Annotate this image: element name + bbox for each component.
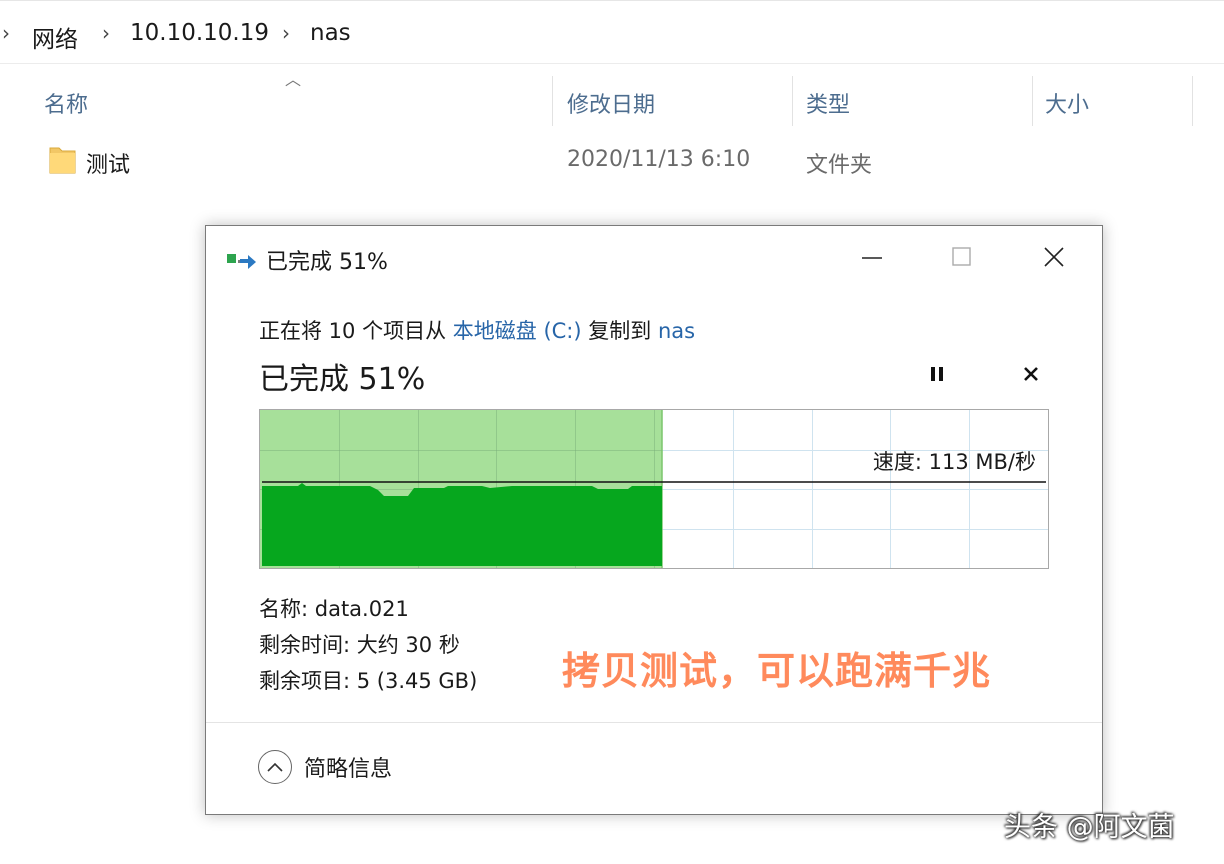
copy-description: 正在将 10 个项目从 本地磁盘 (C:) 复制到 nas — [259, 315, 695, 345]
breadcrumb-host[interactable]: 10.10.10.19 — [130, 20, 269, 46]
speed-area — [262, 483, 662, 566]
breadcrumb-network[interactable]: 网络 — [32, 20, 78, 54]
speed-label: 速度: 113 MB/秒 — [872, 450, 1036, 474]
column-divider[interactable] — [792, 76, 793, 126]
file-name[interactable]: 测试 — [86, 147, 130, 179]
breadcrumb-share[interactable]: nas — [310, 20, 351, 46]
sort-up-icon: ︿ — [285, 70, 302, 89]
progress-percent: 已完成 51% — [259, 362, 426, 397]
footer-divider — [206, 722, 1102, 723]
copy-progress-dialog: 已完成 51% 正在将 10 个项目从 本地磁盘 (C:) 复制到 nas 已完… — [205, 225, 1103, 815]
chevron-right-icon[interactable]: › — [2, 21, 10, 45]
throughput-graph: 速度: 113 MB/秒 — [259, 409, 1049, 569]
column-divider[interactable] — [1032, 76, 1033, 126]
pause-icon — [931, 367, 943, 381]
time-remaining: 剩余时间: 大约 30 秒 — [259, 633, 460, 657]
less-details-button[interactable]: 简略信息 — [258, 750, 392, 784]
items-remaining: 剩余项目: 5 (3.45 GB) — [259, 669, 478, 693]
copy-mid: 复制到 — [588, 319, 652, 343]
close-icon — [1044, 247, 1064, 267]
file-type: 文件夹 — [806, 153, 873, 178]
minimize-icon — [862, 257, 882, 259]
less-details-label: 简略信息 — [304, 757, 393, 782]
chevron-right-icon[interactable]: › — [102, 21, 110, 45]
column-divider[interactable] — [552, 76, 553, 126]
dialog-title: 已完成 51% — [266, 250, 388, 275]
maximize-button[interactable] — [942, 240, 982, 274]
address-bar[interactable]: › 网络 › 10.10.10.19 › nas — [0, 0, 1224, 64]
throughput-chart — [260, 410, 1048, 568]
maximize-icon — [952, 247, 971, 266]
column-header-type[interactable]: 类型 — [806, 87, 850, 119]
column-header-modified[interactable]: 修改日期 — [567, 87, 655, 119]
file-modified: 2020/11/13 6:10 — [567, 147, 751, 172]
watermark: 头条 @阿文菌 — [1004, 812, 1175, 843]
column-header-name[interactable]: 名称 — [44, 87, 88, 119]
overlay-caption: 拷贝测试，可以跑满千兆 — [562, 649, 992, 693]
destination-link[interactable]: nas — [658, 319, 695, 343]
close-icon — [1024, 367, 1038, 381]
pause-button[interactable] — [921, 358, 953, 390]
copy-prefix: 正在将 10 个项目从 — [259, 319, 447, 343]
close-window-button[interactable] — [1034, 240, 1074, 274]
current-file-name: 名称: data.021 — [259, 597, 409, 621]
chevron-right-icon[interactable]: › — [282, 21, 290, 45]
chevron-up-circle-icon — [258, 750, 292, 784]
source-link[interactable]: 本地磁盘 (C:) — [453, 319, 582, 343]
folder-icon — [49, 147, 76, 174]
column-header-size[interactable]: 大小 — [1045, 87, 1089, 119]
minimize-button[interactable] — [852, 240, 892, 274]
column-divider[interactable] — [1192, 76, 1193, 126]
cancel-copy-button[interactable] — [1015, 358, 1047, 390]
copy-transfer-icon — [227, 254, 256, 269]
